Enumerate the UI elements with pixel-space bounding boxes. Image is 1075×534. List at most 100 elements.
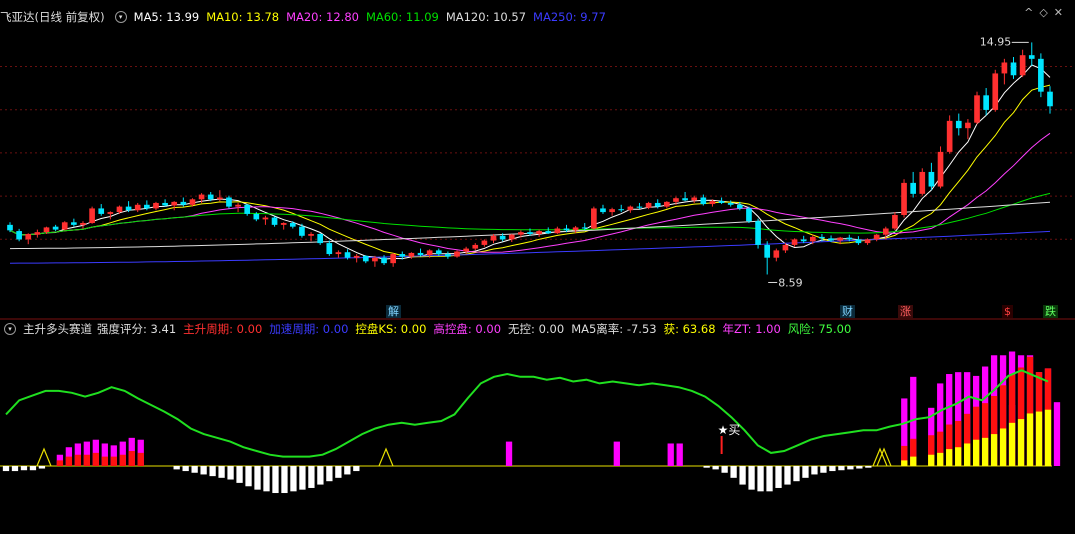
white-bar <box>703 466 710 468</box>
candle-body <box>928 171 935 187</box>
yellow-bar <box>901 460 908 466</box>
candle-body <box>645 202 652 208</box>
candle-body <box>563 228 570 231</box>
candle-body <box>691 197 698 201</box>
candle-body <box>408 252 415 257</box>
white-bar <box>739 466 746 485</box>
white-bar <box>191 466 198 473</box>
candle-body <box>481 240 488 245</box>
chevron-circle-icon[interactable]: ▾ <box>114 11 127 23</box>
indicator-chart: ★买 <box>0 351 1061 494</box>
candle-body <box>755 221 761 245</box>
candle-body <box>591 208 597 229</box>
white-bar <box>263 466 270 492</box>
event-mark-4[interactable]: 跌 <box>1043 305 1058 318</box>
candle-body <box>791 239 798 245</box>
yellow-bar <box>990 434 998 466</box>
yellow-bar <box>955 447 962 466</box>
white-bar <box>2 466 10 472</box>
candle-body <box>80 223 86 225</box>
event-mark-1[interactable]: 财 <box>840 305 855 318</box>
candle-body <box>919 171 926 194</box>
sub-header: ▾ 主升多头赛道 强度评分: 3.41 主升周期: 0.00 加速周期: 0.00 控… <box>0 320 858 338</box>
candle-body <box>946 120 953 152</box>
candle-body <box>837 237 844 241</box>
yellow-bar <box>910 456 917 466</box>
candle-body <box>98 208 105 214</box>
candle-body <box>207 194 214 200</box>
event-mark-3[interactable]: $ <box>1002 305 1013 318</box>
triangle-marker <box>36 447 52 467</box>
candle-body <box>1028 55 1035 59</box>
candle-body <box>89 208 95 224</box>
candle-body <box>171 201 178 206</box>
white-bar <box>865 466 872 468</box>
candle-body <box>937 151 944 187</box>
candle-body <box>508 234 515 240</box>
red-bar <box>110 456 117 466</box>
yellow-bar <box>928 454 935 466</box>
candle-body <box>809 236 816 242</box>
candle-body <box>134 204 141 211</box>
candle-body <box>125 206 132 211</box>
candle-body <box>34 232 41 235</box>
white-bar <box>757 466 764 492</box>
candle-body <box>189 199 196 205</box>
candle-body <box>299 226 305 236</box>
yellow-bar <box>1008 422 1016 466</box>
red-bar <box>128 450 135 466</box>
main-header: 飞亚达 (日线 前复权) ▾ MA5: 13.99 MA10: 13.78 MA20:… <box>0 8 613 26</box>
magenta-bar <box>667 443 674 466</box>
chevron-circle-icon-sub[interactable]: ▾ <box>4 323 16 335</box>
event-mark-0[interactable]: 解 <box>386 305 401 318</box>
white-bar <box>38 466 46 469</box>
red-bar <box>56 460 64 466</box>
candle-body <box>882 228 889 235</box>
up-caret-icon[interactable]: ^ <box>1024 6 1039 19</box>
candle-body <box>855 239 862 244</box>
stock-name: 飞亚达 <box>0 10 35 24</box>
white-bar <box>829 466 836 472</box>
white-bar <box>775 466 782 488</box>
indicator-legend-2: 加速周期: 0.00 <box>269 322 349 336</box>
candle-body <box>901 182 907 215</box>
candle-body <box>1038 58 1044 92</box>
event-mark-2[interactable]: 涨 <box>898 305 913 318</box>
white-bar <box>353 466 360 472</box>
indicator-legend-7: 获: 63.68 <box>663 322 716 336</box>
candle-body <box>426 250 433 256</box>
white-bar <box>29 466 37 471</box>
white-bar <box>712 466 719 470</box>
candle-body <box>664 201 670 207</box>
magenta-bar <box>676 443 683 466</box>
indicator-legend: 强度评分: 3.41 主升周期: 0.00 加速周期: 0.00 控盘KS: 0.00… <box>97 321 858 337</box>
red-bar <box>92 452 99 466</box>
candle-body <box>262 217 269 220</box>
candle-body <box>235 204 241 207</box>
indicator-legend-6: MA5离率: -7.53 <box>571 322 657 336</box>
candle-body <box>52 226 59 230</box>
diamond-icon[interactable]: ◇ <box>1039 6 1053 19</box>
high-price-label: 14.95 <box>980 35 1012 48</box>
candle-body <box>764 244 771 258</box>
candle-body <box>317 233 324 244</box>
red-bar <box>137 452 144 466</box>
close-icon[interactable]: ✕ <box>1054 6 1069 19</box>
white-bar <box>227 466 234 480</box>
candle-body <box>992 73 999 110</box>
candle-body <box>372 257 378 262</box>
ma-legend-1: MA10: 13.78 <box>206 10 280 24</box>
white-bar <box>820 466 827 473</box>
candle-body <box>1047 91 1053 107</box>
candle-body <box>381 257 387 264</box>
indicator-legend-1: 主升周期: 0.00 <box>183 322 263 336</box>
indicator-legend-4: 高控盘: 0.00 <box>433 322 502 336</box>
buy-label: ★买 <box>718 423 741 437</box>
white-bar <box>856 466 863 469</box>
candle-body <box>144 204 150 209</box>
candle-body <box>490 235 497 241</box>
candle-body <box>819 236 825 239</box>
red-bar <box>101 456 108 466</box>
white-bar <box>721 466 728 473</box>
white-bar <box>200 466 207 475</box>
